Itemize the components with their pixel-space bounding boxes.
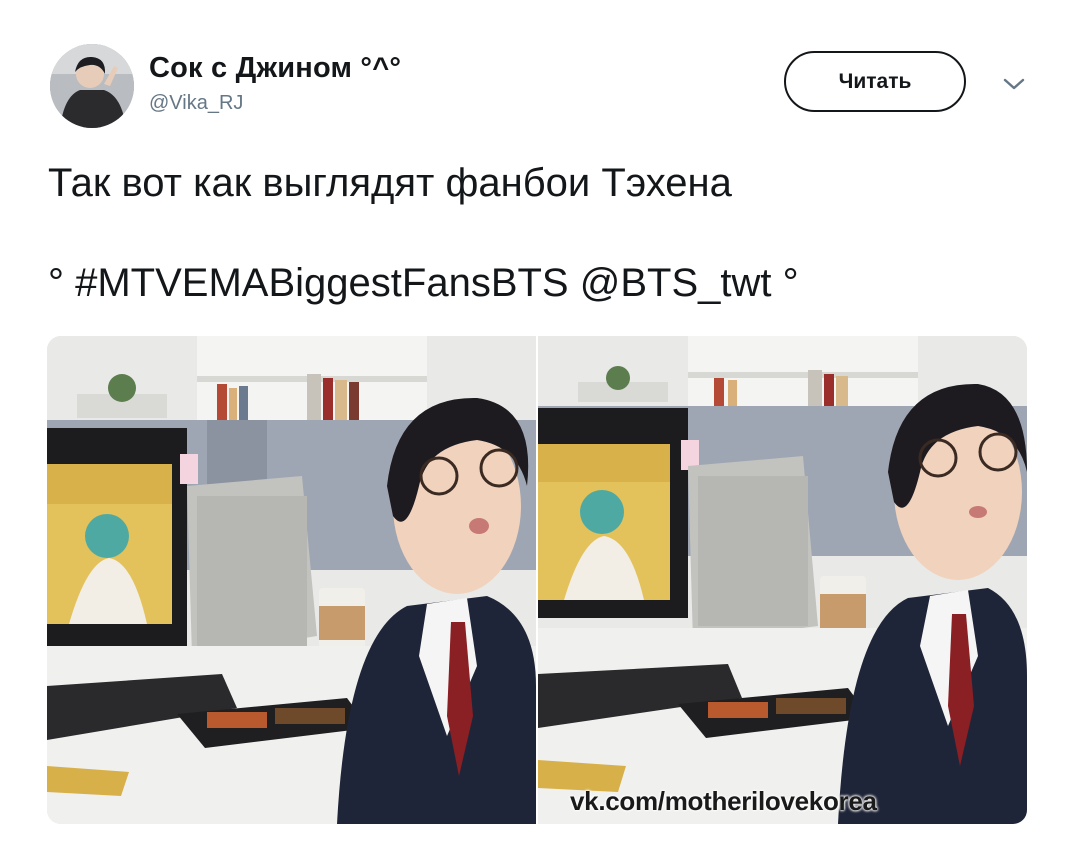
tweet-text-hashtags[interactable]: ° #MTVEMABiggestFansBTS @BTS_twt °	[48, 258, 1038, 308]
media-watermark: vk.com/motherilovekorea	[570, 786, 877, 816]
tweet-text-line: Так вот как выглядят фанбои Тэхена	[48, 161, 732, 205]
follow-button[interactable]: Читать	[784, 51, 966, 112]
tweet-media[interactable]	[47, 336, 1027, 824]
photo-office-scene	[538, 336, 1027, 824]
tweet-text: Так вот как выглядят фанбои Тэхена ° #MT…	[48, 158, 1038, 308]
avatar[interactable]	[50, 44, 134, 128]
avatar-image	[50, 44, 134, 128]
chevron-down-icon[interactable]	[1000, 74, 1028, 94]
author-display-name[interactable]: Сок с Джином °^°	[149, 52, 401, 85]
photo-office-scene	[47, 336, 536, 824]
tweet-text-spacer	[48, 208, 1038, 258]
media-image-left[interactable]	[47, 336, 536, 824]
media-image-right[interactable]	[538, 336, 1027, 824]
author-handle[interactable]: @Vika_RJ	[149, 92, 243, 115]
